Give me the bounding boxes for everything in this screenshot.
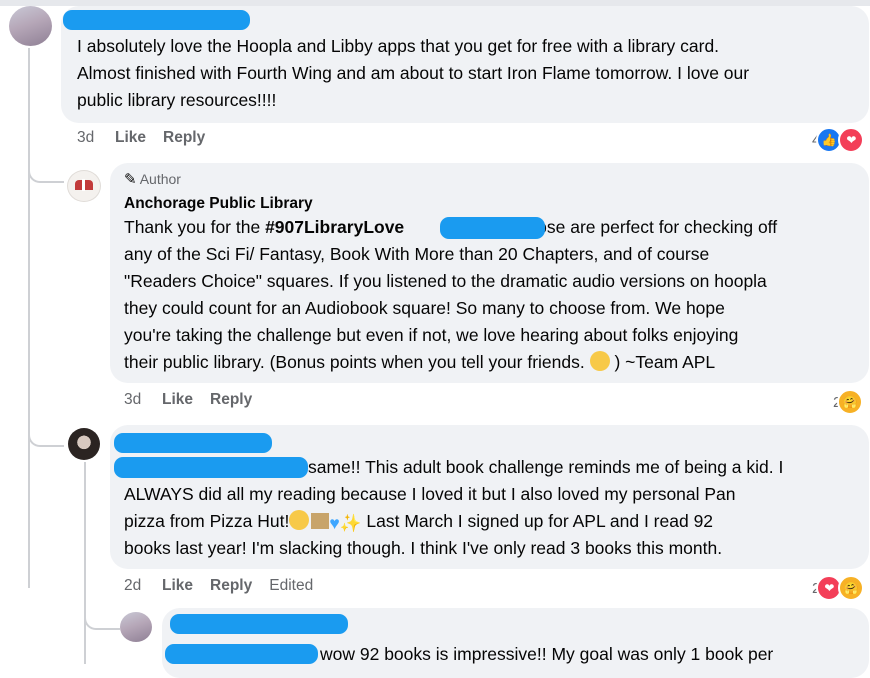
laughing-face-icon (289, 510, 310, 530)
thread-line (84, 462, 86, 664)
reply-text-line: books last year! I'm slacking though. I … (124, 538, 723, 558)
redacted-name (114, 433, 272, 453)
author-avatar[interactable] (67, 170, 101, 202)
book-icon (311, 513, 330, 529)
redacted-mention (165, 644, 318, 664)
comment-actions: 3d Like Reply (77, 129, 222, 147)
blue-heart-icon: ♥ (329, 513, 340, 533)
reply-button[interactable]: Reply (210, 577, 252, 595)
commenter-avatar[interactable] (120, 612, 152, 642)
reply-text-line: their public library. (Bonus points when… (124, 351, 716, 372)
redacted-name (170, 614, 348, 634)
comment-text-line: public library resources!!!! (77, 90, 277, 110)
commenter-avatar[interactable] (68, 428, 100, 460)
care-reaction-icon: 🤗 (838, 575, 865, 601)
pencil-icon: ✎ (124, 171, 137, 188)
comment-text-line: Almost finished with Fourth Wing and am … (77, 63, 750, 83)
reaction-summary[interactable]: 2 🤗 (833, 389, 864, 415)
timestamp[interactable]: 3d (77, 129, 115, 147)
reaction-summary[interactable]: 2 ❤ 🤗 (812, 575, 865, 601)
hashtag-link[interactable]: #907LibraryLove (265, 217, 404, 237)
author-badge: ✎ Author (124, 171, 181, 188)
reply-button[interactable]: Reply (210, 391, 252, 409)
reaction-summary[interactable]: 4 👍 ❤ (812, 127, 865, 153)
reply-text-line: you're taking the challenge but even if … (124, 325, 739, 345)
sparkles-icon: ✨ (339, 513, 362, 533)
redacted-mention (114, 457, 308, 478)
reply-actions: 2d Like Reply Edited (124, 577, 313, 595)
reply-text-line: pizza from Pizza Hut! ♥✨ Last March I sig… (124, 508, 713, 537)
reply-text-line: they could count for an Audiobook square… (124, 298, 725, 318)
redacted-mention (440, 217, 545, 239)
edited-label: Edited (269, 577, 314, 594)
reply-text-line: same!! This adult book challenge reminds… (308, 457, 784, 477)
thread-connector (28, 425, 64, 447)
thread-line (28, 48, 30, 588)
redacted-name (63, 10, 250, 30)
love-reaction-icon: ❤ (838, 127, 865, 153)
reply-text-line: ALWAYS did all my reading because I love… (124, 484, 736, 504)
timestamp[interactable]: 2d (124, 577, 162, 595)
timestamp[interactable]: 3d (124, 391, 162, 409)
like-button[interactable]: Like (162, 391, 193, 409)
comment-text-line: I absolutely love the Hoopla and Libby a… (77, 36, 720, 56)
reply-text-line: "Readers Choice" squares. If you listene… (124, 271, 767, 291)
like-button[interactable]: Like (115, 129, 146, 147)
reply-text-line: any of the Sci Fi/ Fantasy, Book With Mo… (124, 244, 710, 264)
commenter-avatar[interactable] (9, 6, 52, 46)
thread-connector (84, 610, 120, 630)
winking-face-icon (589, 351, 610, 371)
reply-actions: 3d Like Reply (124, 391, 269, 409)
author-name[interactable]: Anchorage Public Library (124, 195, 313, 213)
thread-connector (28, 163, 64, 183)
care-reaction-icon: 🤗 (837, 389, 864, 415)
reply-button[interactable]: Reply (163, 129, 205, 147)
like-button[interactable]: Like (162, 577, 193, 595)
